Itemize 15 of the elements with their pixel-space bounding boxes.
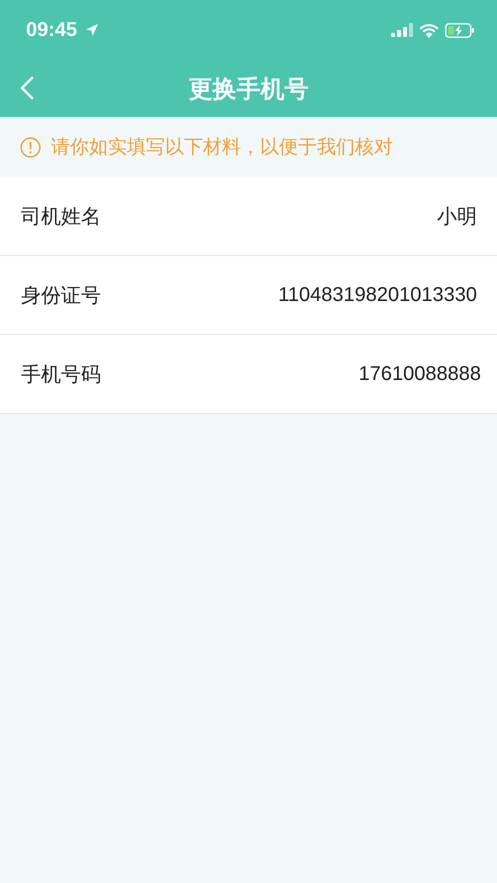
notice-text: 请你如实填写以下材料，以便于我们核对 — [51, 135, 393, 160]
signal-icon — [391, 23, 413, 37]
row-label: 身份证号 — [21, 282, 101, 308]
status-time: 09:45 — [26, 18, 78, 42]
row-label: 司机姓名 — [21, 202, 101, 230]
row-value: 110483198201013330 — [278, 284, 477, 306]
row-label: 手机号码 — [21, 360, 101, 388]
page-title: 更换手机号 — [188, 74, 308, 104]
back-chevron-icon — [20, 76, 34, 100]
battery-charging-icon — [445, 22, 475, 38]
location-arrow-icon — [85, 23, 100, 37]
warning-icon — [20, 136, 41, 158]
row-value: 17610088888 — [358, 362, 481, 386]
row-value: 小明 — [437, 204, 477, 230]
wifi-icon — [419, 22, 439, 38]
